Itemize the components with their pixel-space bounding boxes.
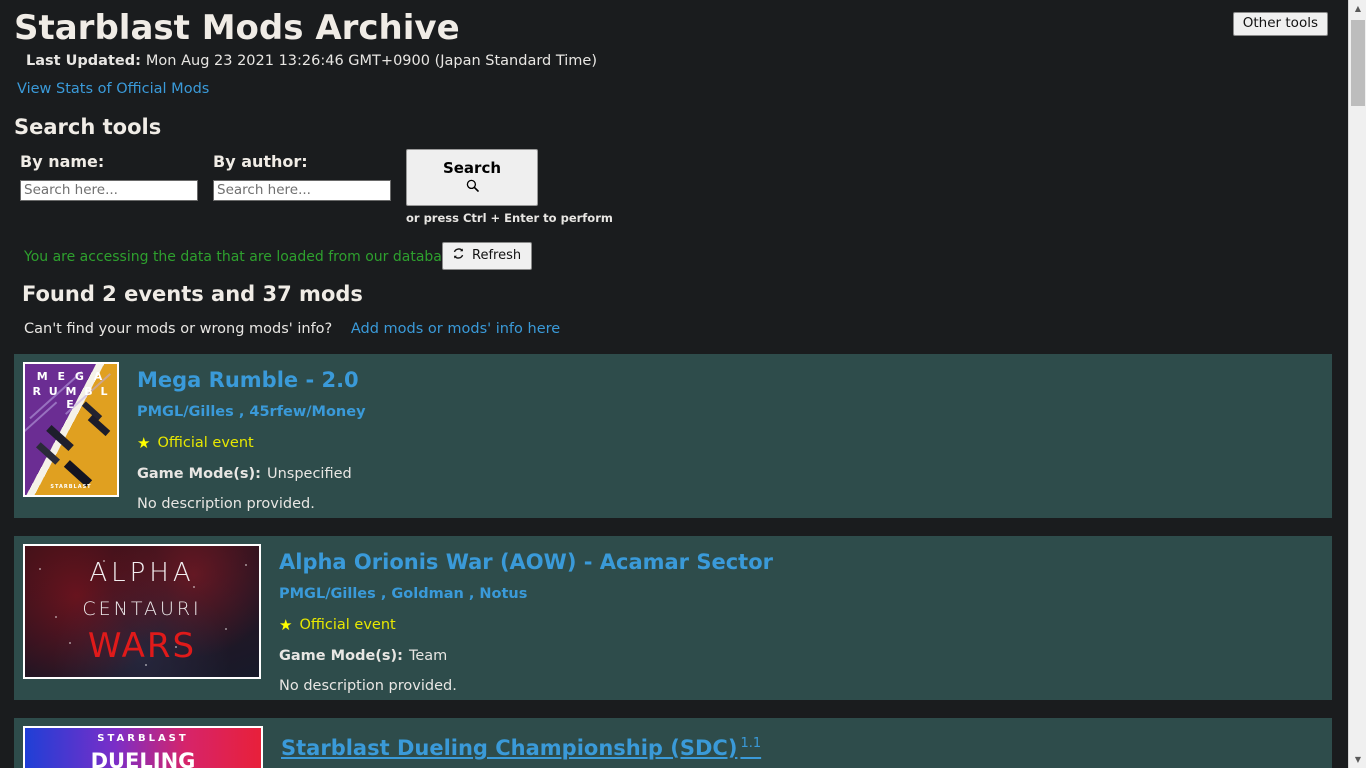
mods-list: M E G A R U M B L E STARBLAST Mega Rumbl… [0,354,1348,768]
mod-details: Alpha Orionis War (AOW) - Acamar Sector … [261,544,1332,695]
by-name-label: By name: [20,152,105,171]
search-button[interactable]: Search [406,149,538,206]
game-mode-value: Team [408,648,448,664]
database-notice: You are accessing the data that are load… [24,249,458,265]
game-mode-label: Game Mode(s): [137,466,261,482]
cover-line-1: ALPHA [89,558,195,588]
refresh-icon [452,247,465,264]
mod-title-link[interactable]: Alpha Orionis War (AOW) - Acamar Sector [279,549,773,575]
official-event-badge: ★ Official event [279,616,1332,634]
mod-card[interactable]: ALPHA CENTAURI WARS Alpha Orionis War (A… [14,536,1332,700]
scroll-down-arrow-icon[interactable]: ▼ [1349,751,1366,768]
mod-authors[interactable]: PMGL/Gilles , 45rfew/Money [137,403,1332,421]
mod-game-mode: Game Mode(s): Team [279,647,1332,665]
vertical-scrollbar[interactable]: ▲ ▼ [1348,0,1366,768]
by-author-label: By author: [213,152,308,171]
search-button-label: Search [442,159,502,177]
scroll-up-arrow-icon[interactable]: ▲ [1349,0,1366,17]
search-tools-heading: Search tools [14,115,162,139]
cover-line-3: WARS [87,626,197,666]
mod-title-text: Starblast Dueling Championship (SDC) [281,736,738,760]
mod-thumbnail[interactable]: STARBLAST DUELING CHAMPIONSHIP [23,726,263,768]
add-info-row: Can't find your mods or wrong mods' info… [24,320,1348,338]
cover-brand: STARBLAST [50,484,92,490]
cover-line-2: CENTAURI [82,598,202,620]
found-results-heading: Found 2 events and 37 mods [22,282,363,306]
search-by-author-group: By author: [213,152,391,201]
add-info-text: Can't find your mods or wrong mods' info… [24,321,333,337]
mod-details: Starblast Dueling Championship (SDC) 1.1 [263,726,1332,761]
mod-description: No description provided. [279,678,457,694]
search-hint: or press Ctrl + Enter to perform [406,211,613,225]
page-content: Other tools Starblast Mods Archive Last … [0,0,1348,768]
add-mods-info-link[interactable]: Add mods or mods' info here [351,321,560,337]
mod-title-link[interactable]: Mega Rumble - 2.0 [137,367,359,393]
last-updated-value: Mon Aug 23 2021 13:26:46 GMT+0900 (Japan… [145,53,597,69]
other-tools-button[interactable]: Other tools [1232,12,1328,36]
star-icon: ★ [279,615,293,634]
page-title: Starblast Mods Archive [14,8,460,48]
game-mode-value: Unspecified [266,466,352,482]
refresh-button[interactable]: Refresh [442,242,533,270]
game-mode-label: Game Mode(s): [279,648,403,664]
mod-version-superscript: 1.1 [740,736,762,751]
mod-description: No description provided. [137,496,315,512]
search-name-input[interactable] [20,179,198,201]
cover-brand: STARBLAST [97,733,189,744]
official-event-label: Official event [299,617,396,633]
mod-title-link[interactable]: Starblast Dueling Championship (SDC) 1.1 [281,731,761,761]
cover-main-text: DUELING CHAMPIONSHIP [90,749,196,768]
scrollbar-thumb[interactable] [1351,20,1365,106]
official-event-label: Official event [157,435,254,451]
mod-thumbnail[interactable]: ALPHA CENTAURI WARS [23,544,261,679]
mega-rumble-cover-art: M E G A R U M B L E STARBLAST [25,364,117,495]
browser-viewport: Other tools Starblast Mods Archive Last … [0,0,1366,768]
alpha-centauri-cover-art: ALPHA CENTAURI WARS [25,546,259,677]
search-by-name-group: By name: [20,152,198,201]
sdc-cover-art: STARBLAST DUELING CHAMPIONSHIP [25,728,261,768]
view-stats-link[interactable]: View Stats of Official Mods [17,81,209,97]
last-updated-label: Last Updated: [26,53,141,69]
mod-card[interactable]: STARBLAST DUELING CHAMPIONSHIP Starblast… [14,718,1332,768]
official-event-badge: ★ Official event [137,434,1332,452]
cover-line-1: M E G A [36,370,106,383]
star-icon: ★ [137,433,151,452]
last-updated: Last Updated: Mon Aug 23 2021 13:26:46 GM… [26,52,1348,70]
search-icon [466,179,479,196]
mod-game-mode: Game Mode(s): Unspecified [137,465,1332,483]
refresh-label: Refresh [472,248,522,263]
database-status-row: You are accessing the data that are load… [0,242,1348,272]
mod-authors[interactable]: PMGL/Gilles , Goldman , Notus [279,585,1332,603]
cover-line-2: R U M B L E [32,385,110,411]
mod-thumbnail[interactable]: M E G A R U M B L E STARBLAST [23,362,119,497]
search-author-input[interactable] [213,179,391,201]
mod-details: Mega Rumble - 2.0 PMGL/Gilles , 45rfew/M… [119,362,1332,513]
mod-card[interactable]: M E G A R U M B L E STARBLAST Mega Rumbl… [14,354,1332,518]
search-row: By name: By author: Search or press Ctrl… [0,149,1348,236]
